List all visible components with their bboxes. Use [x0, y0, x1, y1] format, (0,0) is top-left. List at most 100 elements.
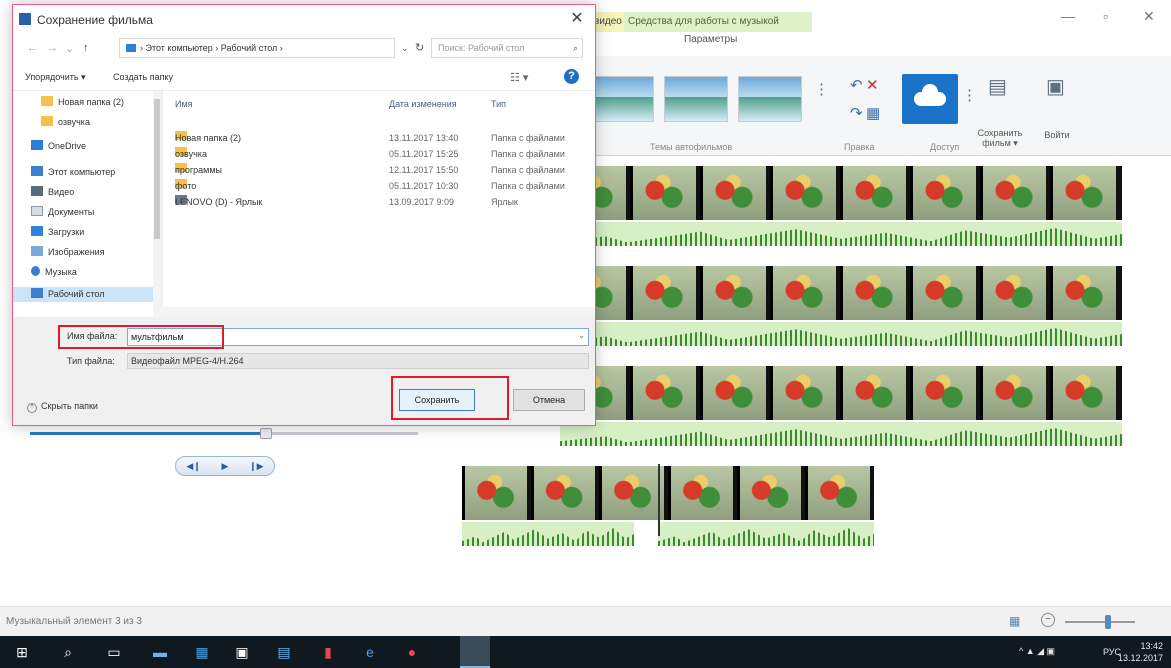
column-name[interactable]: Имя — [175, 99, 193, 109]
minimize-icon[interactable]: — — [1061, 8, 1075, 24]
nav-item-new-folder[interactable]: Новая папка (2) — [41, 95, 124, 110]
organize-button[interactable]: Упорядочить ▾ — [25, 72, 86, 83]
filetype-select[interactable]: Видеофайл MPEG-4/H.264 — [127, 353, 589, 369]
nav-item-music[interactable]: Музыка — [31, 265, 77, 280]
theme-thumbnail[interactable] — [664, 76, 728, 122]
back-arrow-icon[interactable]: ← — [27, 42, 38, 54]
app-icon[interactable]: ▦ — [192, 642, 212, 662]
storyboard-row[interactable] — [560, 166, 1122, 248]
horizontal-scrollbar[interactable] — [153, 307, 595, 317]
nav-item-ozvuchka[interactable]: озвучка — [41, 115, 90, 130]
ribbon: ⋮ ↶ ✕ ↷ ▦ ⋮ ▤ Сохранить фильм ▾ ▣ Войти … — [560, 56, 1171, 156]
video-clip[interactable] — [560, 266, 1122, 320]
nav-item-pictures[interactable]: Изображения — [31, 245, 105, 260]
explorer-icon[interactable]: ▤ — [274, 642, 294, 662]
music-track[interactable] — [560, 322, 1122, 346]
storyboard-row[interactable] — [560, 366, 1122, 448]
new-folder-button[interactable]: Создать папку — [113, 72, 173, 82]
select-all-icon[interactable]: ▦ — [866, 104, 880, 122]
file-row[interactable]: фото 05.11.2017 10:30 Папка с файлами — [163, 179, 595, 194]
yandex-browser-icon[interactable]: ● — [402, 642, 422, 662]
gallery-scroll-icon[interactable]: ⋮ — [814, 80, 829, 98]
nav-item-onedrive[interactable]: OneDrive — [31, 139, 86, 154]
next-frame-icon[interactable]: ❙▶ — [249, 461, 263, 472]
group-edit: Правка — [844, 142, 875, 152]
delete-icon[interactable]: ✕ — [866, 76, 879, 94]
file-row[interactable]: озвучка 05.11.2017 15:25 Папка с файлами — [163, 147, 595, 162]
task-view-icon[interactable]: ▭ — [104, 642, 124, 662]
storyboard-row[interactable] — [462, 466, 874, 548]
help-icon[interactable]: ? — [564, 69, 579, 84]
zoom-out-icon[interactable]: − — [1041, 613, 1055, 627]
up-arrow-icon[interactable]: ↑ — [83, 42, 89, 54]
tab-music-tools[interactable]: Средства для работы с музыкой — [624, 12, 812, 32]
storyboard-row[interactable] — [560, 266, 1122, 348]
hide-folders-toggle[interactable]: ^ Скрыть папки — [27, 401, 98, 413]
store-icon[interactable]: ▣ — [232, 642, 252, 662]
music-track[interactable] — [462, 522, 634, 546]
clock[interactable]: 13:42 13.12.2017 — [1118, 640, 1163, 664]
column-type[interactable]: Тип — [491, 99, 506, 109]
address-dropdown-icon[interactable]: ⌄ — [401, 43, 409, 54]
tray-icons[interactable]: ^ ▲ ◢ ▣ — [1019, 646, 1055, 657]
nav-item-desktop[interactable]: Рабочий стол — [13, 287, 153, 302]
rotate-icon[interactable]: ↶ — [850, 76, 863, 94]
search-icon[interactable]: ⌕ — [58, 642, 78, 662]
nav-scrollbar[interactable] — [153, 91, 161, 317]
file-row[interactable]: Новая папка (2) 13.11.2017 13:40 Папка с… — [163, 131, 595, 146]
window-controls: — ▫ ✕ — [1021, 0, 1171, 32]
movie-maker-taskbar-button[interactable] — [460, 636, 490, 668]
music-track[interactable] — [560, 422, 1122, 446]
file-row[interactable]: LENOVO (D) - Ярлык 13.09.2017 9:09 Ярлык — [163, 195, 595, 210]
forward-arrow-icon[interactable]: → — [47, 42, 58, 54]
nav-item-downloads[interactable]: Загрузки — [31, 225, 84, 240]
music-track[interactable] — [658, 522, 874, 546]
music-track[interactable] — [560, 222, 1122, 246]
seek-bar[interactable] — [30, 432, 418, 435]
column-date[interactable]: Дата изменения — [389, 99, 457, 109]
previous-frame-icon[interactable]: ◀❙ — [186, 461, 200, 472]
theme-thumbnail[interactable] — [738, 76, 802, 122]
video-clip[interactable] — [560, 366, 1122, 420]
filename-dropdown-icon[interactable]: ⌄ — [578, 331, 585, 340]
app-icon[interactable]: ▬ — [150, 642, 170, 662]
thumbnail-size-icon[interactable]: ▦ — [1009, 614, 1020, 628]
nav-item-this-pc[interactable]: Этот компьютер — [31, 165, 115, 180]
cancel-button[interactable]: Отмена — [513, 389, 585, 411]
search-input[interactable]: Поиск: Рабочий стол ⌕ — [431, 38, 583, 58]
sign-in-button[interactable]: Войти — [1042, 130, 1072, 140]
playback-controls: ◀❙ ▶ ❙▶ — [175, 456, 275, 476]
edge-icon[interactable]: e — [360, 642, 380, 662]
recent-dropdown-icon[interactable]: ⌄ — [65, 42, 74, 55]
save-movie-icon[interactable]: ▤ — [988, 74, 1007, 99]
view-options-icon[interactable]: ☷ ▾ — [510, 71, 528, 84]
file-row[interactable]: программы 12.11.2017 15:50 Папка с файла… — [163, 163, 595, 178]
breadcrumb[interactable]: › Этот компьютер › Рабочий стол › — [119, 38, 395, 58]
refresh-icon[interactable]: ↻ — [415, 41, 424, 54]
sign-in-icon[interactable]: ▣ — [1046, 74, 1065, 99]
nav-item-documents[interactable]: Документы — [31, 205, 94, 220]
onedrive-icon[interactable] — [902, 74, 958, 124]
scroll-thumb[interactable] — [154, 99, 160, 239]
play-icon[interactable]: ▶ — [222, 461, 229, 472]
close-icon[interactable]: ✕ — [1143, 8, 1155, 25]
video-library-icon — [31, 186, 43, 196]
share-scroll-icon[interactable]: ⋮ — [962, 86, 977, 104]
video-clip[interactable] — [462, 466, 874, 520]
theme-thumbnail[interactable] — [590, 76, 654, 122]
windows-start-icon[interactable]: ⊞ — [12, 642, 32, 662]
save-movie-button[interactable]: Сохранить фильм ▾ — [968, 128, 1032, 149]
dialog-titlebar: Сохранение фильма ✕ — [13, 5, 595, 33]
maximize-icon[interactable]: ▫ — [1103, 8, 1108, 24]
nav-item-video[interactable]: Видео — [31, 185, 74, 200]
zoom-slider[interactable] — [1065, 621, 1135, 623]
playhead[interactable] — [658, 464, 660, 536]
rotate-right-icon[interactable]: ↷ — [850, 104, 863, 122]
video-clip[interactable] — [560, 166, 1122, 220]
desktop-icon — [31, 288, 43, 298]
close-icon[interactable]: ✕ — [563, 9, 591, 29]
seek-thumb[interactable] — [260, 428, 272, 439]
status-text: Музыкальный элемент 3 из 3 — [6, 616, 142, 627]
app-icon[interactable]: ▮ — [318, 642, 338, 662]
zoom-thumb[interactable] — [1105, 615, 1111, 629]
